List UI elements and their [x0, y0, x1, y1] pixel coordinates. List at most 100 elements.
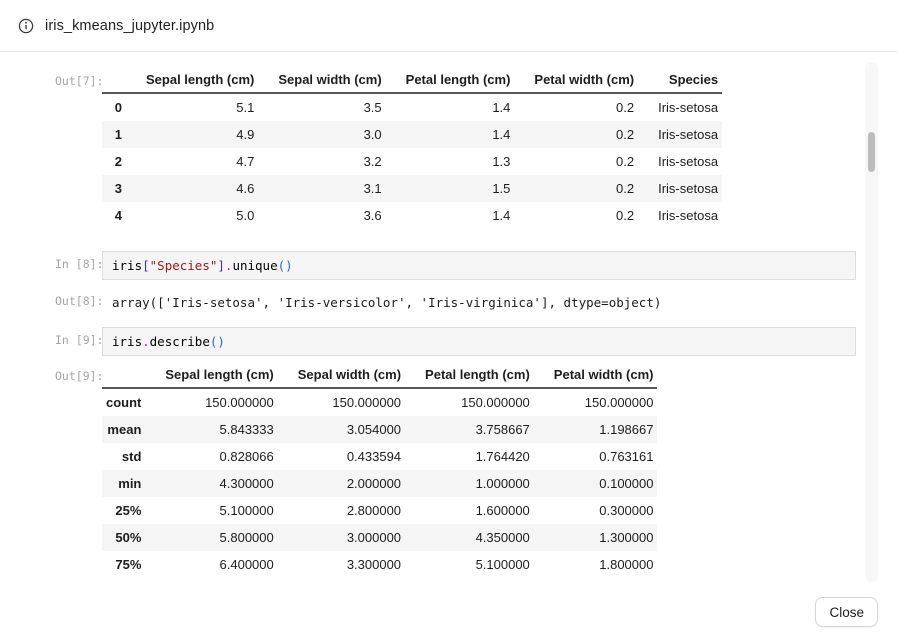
table-cell: 3.000000 — [278, 524, 405, 551]
cell-output-8: Out[8]: array(['Iris-setosa', 'Iris-vers… — [55, 288, 857, 311]
table-row: 25%5.1000002.8000001.6000000.300000 — [102, 497, 657, 524]
table-cell: 4.6 — [126, 175, 258, 202]
code-token: iris — [112, 334, 142, 349]
close-button[interactable]: Close — [815, 597, 878, 627]
output-prompt: Out[8]: — [55, 288, 102, 308]
table-row: 14.93.01.40.2Iris-setosa — [102, 121, 722, 148]
table-row: 45.03.61.40.2Iris-setosa — [102, 202, 722, 229]
table-cell: 4.300000 — [145, 470, 277, 497]
code-token: . — [142, 334, 150, 349]
dataframe-describe-table: Sepal length (cm)Sepal width (cm)Petal l… — [102, 363, 657, 578]
notebook-preview: Out[7]: Sepal length (cm)Sepal width (cm… — [0, 52, 897, 585]
table-cell: 1.800000 — [534, 551, 658, 578]
column-header: Petal width (cm) — [514, 68, 638, 93]
file-title: iris_kmeans_jupyter.ipynb — [45, 18, 214, 34]
scrollbar-thumb[interactable] — [868, 132, 875, 172]
row-index: 3 — [102, 175, 126, 202]
column-header — [102, 363, 145, 388]
table-cell: 5.100000 — [145, 497, 277, 524]
table-cell: 1.764420 — [405, 443, 534, 470]
info-icon — [18, 18, 34, 34]
table-cell: 0.763161 — [534, 443, 658, 470]
table-cell: 150.000000 — [278, 388, 405, 416]
table-cell: 4.350000 — [405, 524, 534, 551]
row-index: 50% — [102, 524, 145, 551]
table-cell: Iris-setosa — [638, 175, 722, 202]
code-token: describe — [150, 334, 210, 349]
table-cell: 3.758667 — [405, 416, 534, 443]
table-cell: 1.000000 — [405, 470, 534, 497]
table-cell: 2.800000 — [278, 497, 405, 524]
file-preview-dialog: iris_kmeans_jupyter.ipynb Out[7]: Sepal … — [0, 0, 897, 643]
table-cell: 1.3 — [386, 148, 515, 175]
dataframe-head-table: Sepal length (cm)Sepal width (cm)Petal l… — [102, 68, 722, 229]
table-cell: 0.2 — [514, 148, 638, 175]
code-token: [ — [142, 258, 150, 273]
table-cell: 0.2 — [514, 202, 638, 229]
table-cell: 3.0 — [258, 121, 385, 148]
table-row: 34.63.11.50.2Iris-setosa — [102, 175, 722, 202]
table-cell: 0.828066 — [145, 443, 277, 470]
output-text: array(['Iris-setosa', 'Iris-versicolor',… — [102, 288, 661, 311]
table-cell: 1.5 — [386, 175, 515, 202]
table-cell: 0.2 — [514, 93, 638, 121]
table-row: 05.13.51.40.2Iris-setosa — [102, 93, 722, 121]
table-cell: Iris-setosa — [638, 202, 722, 229]
table-cell: 3.054000 — [278, 416, 405, 443]
input-prompt: In [8]: — [55, 251, 102, 271]
table-cell: 5.1 — [126, 93, 258, 121]
table-row: 75%6.4000003.3000005.1000001.800000 — [102, 551, 657, 578]
table-cell: Iris-setosa — [638, 93, 722, 121]
row-index: 4 — [102, 202, 126, 229]
cell-output-9: Out[9]: Sepal length (cm)Sepal width (cm… — [55, 363, 857, 578]
table-cell: Iris-setosa — [638, 148, 722, 175]
column-header: Petal width (cm) — [534, 363, 658, 388]
code-token: ( — [278, 258, 286, 273]
table-cell: 1.4 — [386, 121, 515, 148]
table-cell: 6.400000 — [145, 551, 277, 578]
table-cell: 5.0 — [126, 202, 258, 229]
output-prompt: Out[9]: — [55, 363, 102, 383]
cell-output-7: Out[7]: Sepal length (cm)Sepal width (cm… — [55, 68, 857, 229]
cell-input-9: In [9]: iris.describe() — [55, 327, 857, 356]
table-row: std0.8280660.4335941.7644200.763161 — [102, 443, 657, 470]
code-token: iris — [112, 258, 142, 273]
row-index: 1 — [102, 121, 126, 148]
cell-input-8: In [8]: iris["Species"].unique() — [55, 251, 857, 280]
table-cell: 1.4 — [386, 93, 515, 121]
column-header — [102, 68, 126, 93]
table-cell: 5.800000 — [145, 524, 277, 551]
code-cell: iris["Species"].unique() — [102, 251, 856, 280]
row-index: 2 — [102, 148, 126, 175]
column-header: Petal length (cm) — [386, 68, 515, 93]
column-header: Sepal length (cm) — [126, 68, 258, 93]
row-index: 75% — [102, 551, 145, 578]
header-row: Sepal length (cm)Sepal width (cm)Petal l… — [102, 363, 657, 388]
table-cell: 2.000000 — [278, 470, 405, 497]
table-cell: 1.4 — [386, 202, 515, 229]
column-header: Species — [638, 68, 722, 93]
table-cell: 0.433594 — [278, 443, 405, 470]
table-cell: 3.1 — [258, 175, 385, 202]
column-header: Sepal width (cm) — [278, 363, 405, 388]
table-cell: 0.2 — [514, 121, 638, 148]
header-row: Sepal length (cm)Sepal width (cm)Petal l… — [102, 68, 722, 93]
table-cell: 3.6 — [258, 202, 385, 229]
table-cell: 4.7 — [126, 148, 258, 175]
scrollbar-track[interactable] — [865, 62, 878, 582]
table-cell: 150.000000 — [534, 388, 658, 416]
column-header: Sepal width (cm) — [258, 68, 385, 93]
table-cell: 150.000000 — [405, 388, 534, 416]
row-index: count — [102, 388, 145, 416]
code-token: ) — [217, 334, 225, 349]
table-cell: 0.2 — [514, 175, 638, 202]
code-token: "Species" — [150, 258, 218, 273]
output-prompt: Out[7]: — [55, 68, 102, 88]
table-cell: 5.843333 — [145, 416, 277, 443]
table-cell: 5.100000 — [405, 551, 534, 578]
table-cell: 0.300000 — [534, 497, 658, 524]
row-index: std — [102, 443, 145, 470]
table-row: 24.73.21.30.2Iris-setosa — [102, 148, 722, 175]
table-row: 50%5.8000003.0000004.3500001.300000 — [102, 524, 657, 551]
row-index: min — [102, 470, 145, 497]
